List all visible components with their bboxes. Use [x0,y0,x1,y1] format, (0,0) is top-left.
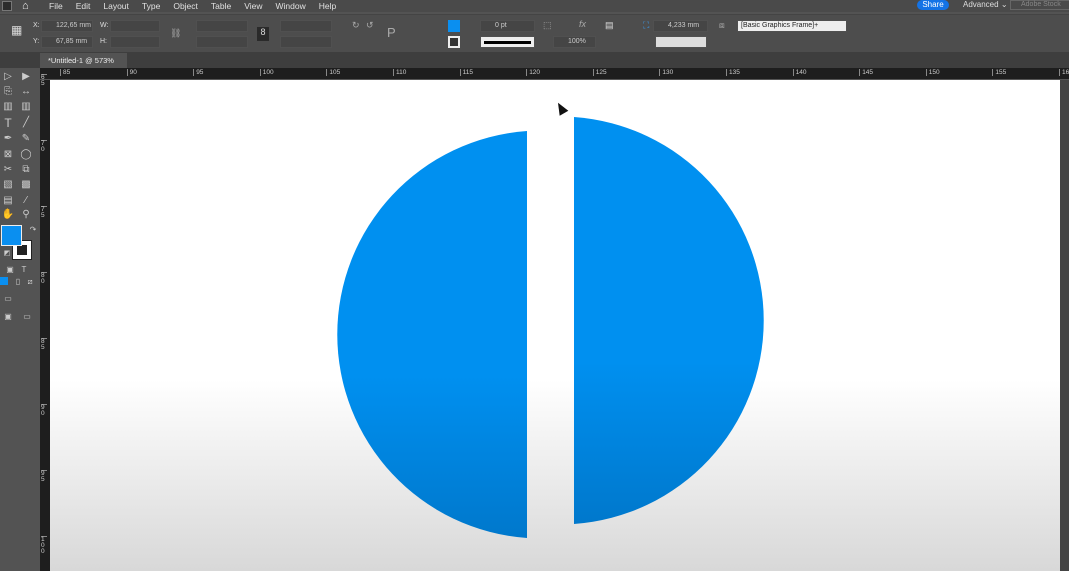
left-half-circle[interactable] [337,131,527,538]
right-half-circle[interactable] [574,117,764,524]
artwork [337,117,764,538]
